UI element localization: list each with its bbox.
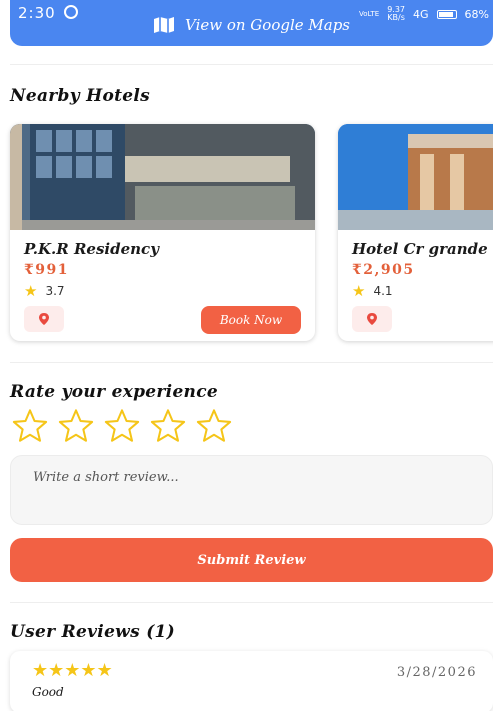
nearby-hotels-title: Nearby Hotels [10,86,151,106]
user-review-card: ★★★★★ 3/28/2026 Good [10,651,493,711]
rating-value: 4.1 [373,284,393,298]
star-outline-icon[interactable] [10,408,50,444]
hotel-name: P.K.R Residency [24,240,159,258]
review-textarea[interactable]: Write a short review... [10,455,493,525]
rating-value: 3.7 [45,284,65,298]
review-stars: ★★★★★ [32,660,113,681]
maps-button-label: View on Google Maps [185,16,350,34]
star-outline-icon[interactable] [148,408,188,444]
hotel-photo [10,124,315,230]
location-pin-button[interactable] [352,306,392,332]
submit-review-button[interactable]: Submit Review [10,538,493,582]
building-image [338,124,493,230]
user-reviews-title: User Reviews (1) [10,622,176,642]
hotel-rating: ★ 3.7 [24,282,65,300]
map-icon [154,17,174,33]
hotel-name: Hotel Cr grande [352,240,488,258]
maps-button-content: View on Google Maps [10,16,493,34]
rate-experience-title: Rate your experience [10,382,218,402]
star-outline-icon[interactable] [102,408,142,444]
divider [10,362,493,363]
location-pin-icon [367,313,377,325]
hotel-card-pkr-residency[interactable]: P.K.R Residency ₹991 ★ 3.7 Book Now [10,124,315,341]
review-placeholder: Write a short review... [33,470,179,485]
hotel-rating: ★ 4.1 [352,282,393,300]
review-text: Good [32,685,64,699]
view-on-google-maps-button[interactable]: 2:30 VoLTE 9.37 KB/s 4G 68% View on Googl… [10,0,493,46]
hotel-price: ₹991 [24,262,69,278]
star-icon: ★ [352,282,366,300]
building-image [10,124,315,230]
star-rating-input [10,408,234,444]
hotel-card-hotel-cr-grande[interactable]: Hotel Cr grande ₹2,905 ★ 4.1 [338,124,493,341]
location-pin-icon [39,313,49,325]
book-now-button[interactable]: Book Now [201,306,301,334]
location-pin-button[interactable] [24,306,64,332]
hotel-photo [338,124,493,230]
hotel-price: ₹2,905 [352,262,415,278]
star-outline-icon[interactable] [56,408,96,444]
star-outline-icon[interactable] [194,408,234,444]
divider [10,64,493,65]
review-date: 3/28/2026 [396,665,477,680]
star-icon: ★ [24,282,38,300]
divider [10,602,493,603]
